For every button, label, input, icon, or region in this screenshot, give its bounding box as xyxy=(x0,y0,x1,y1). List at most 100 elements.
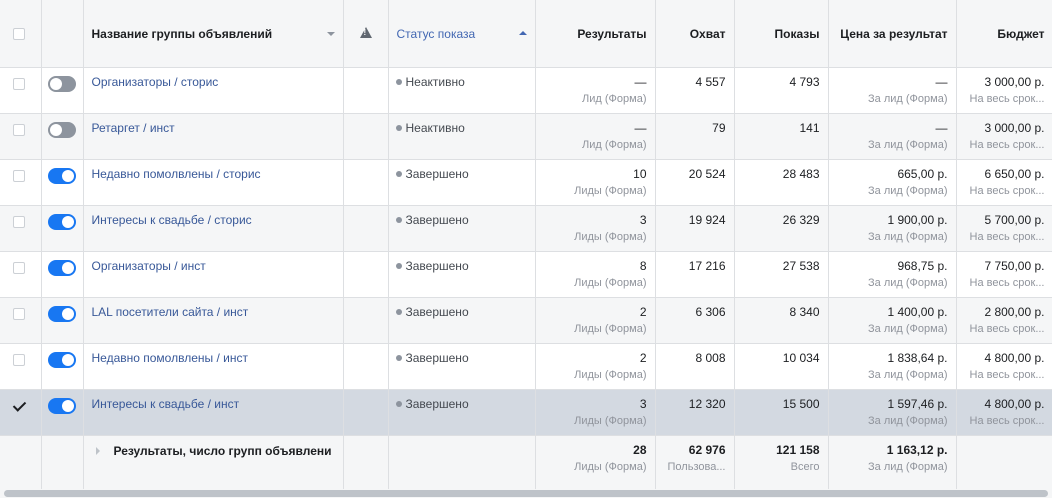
row-toggle-switch[interactable] xyxy=(47,76,76,92)
row-toggle-switch[interactable] xyxy=(47,122,76,138)
results-sub: Лид (Форма) xyxy=(582,93,647,105)
cost-sub: За лид (Форма) xyxy=(868,369,948,381)
table-row[interactable]: Недавно помолвлены / сторис Завершено 10 Ли… xyxy=(0,159,1052,206)
budget-cell[interactable]: 4 800,00 р. На весь срок... xyxy=(956,343,1052,390)
ad-set-name[interactable]: Организаторы / сторис xyxy=(83,67,344,114)
row-toggle-cell[interactable] xyxy=(41,343,84,390)
column-header-delivery-warning[interactable] xyxy=(343,0,389,68)
budget-sub: На весь срок... xyxy=(969,277,1045,289)
row-toggle-cell[interactable] xyxy=(41,297,84,344)
column-header-cost-label: Цена за результат xyxy=(840,26,948,41)
column-header-reach[interactable]: Охват xyxy=(655,0,735,68)
budget-cell[interactable]: 4 800,00 р. На весь срок... xyxy=(956,389,1052,436)
row-select-cell[interactable] xyxy=(0,251,42,298)
row-toggle-cell[interactable] xyxy=(41,251,84,298)
ad-set-name[interactable]: Интересы к свадьбе / сторис xyxy=(83,205,344,252)
ad-set-name[interactable]: Ретаргет / инст xyxy=(83,113,344,160)
delivery-status-label: Завершено xyxy=(405,213,469,227)
totals-row: Результаты, число групп объявлени 28 Лиды… xyxy=(0,435,1052,496)
row-select-cell[interactable] xyxy=(0,389,42,436)
row-select-cell[interactable] xyxy=(0,159,42,206)
row-select-cell[interactable] xyxy=(0,205,42,252)
horizontal-scrollbar[interactable] xyxy=(0,489,1052,498)
row-toggle-switch[interactable] xyxy=(47,398,76,414)
results-sub: Лиды (Форма) xyxy=(574,323,647,335)
row-checkbox[interactable] xyxy=(13,78,25,90)
select-all-checkbox[interactable] xyxy=(13,27,25,40)
delivery-status: Завершено xyxy=(388,205,536,252)
results-value: 8 xyxy=(639,259,647,273)
row-checkbox[interactable] xyxy=(13,262,25,274)
results-value: 3 xyxy=(639,397,647,411)
row-checkbox[interactable] xyxy=(13,170,25,182)
reach-cell: 6 306 xyxy=(655,297,735,344)
column-header-name[interactable]: Название группы объявлений xyxy=(83,0,344,68)
results-sub: Лиды (Форма) xyxy=(574,277,647,289)
results-cell: 10 Лиды (Форма) xyxy=(535,159,656,206)
table-row[interactable]: Недавно помолвлены / инст Завершено 2 Лиды … xyxy=(0,343,1052,390)
row-checkbox[interactable] xyxy=(13,400,25,412)
ad-set-name[interactable]: Организаторы / инст xyxy=(83,251,344,298)
select-all-cell[interactable] xyxy=(0,0,42,68)
row-toggle-switch[interactable] xyxy=(47,214,76,230)
ad-set-name[interactable]: Интересы к свадьбе / инст xyxy=(83,389,344,436)
budget-cell[interactable]: 5 700,00 р. На весь срок... xyxy=(956,205,1052,252)
table-row[interactable]: Интересы к свадьбе / сторис Завершено 3 Лид… xyxy=(0,205,1052,252)
table-row[interactable]: Организаторы / инст Завершено 8 Лиды (Форма… xyxy=(0,251,1052,298)
status-dot-icon xyxy=(395,125,402,131)
scrollbar-thumb[interactable] xyxy=(4,490,1048,497)
row-select-cell[interactable] xyxy=(0,343,42,390)
budget-cell[interactable]: 3 000,00 р. На весь срок... xyxy=(956,113,1052,160)
impressions-cell: 15 500 xyxy=(734,389,829,436)
results-value: 10 xyxy=(633,167,647,181)
column-header-impressions[interactable]: Показы xyxy=(734,0,829,68)
results-cell: 2 Лиды (Форма) xyxy=(535,297,656,344)
row-checkbox[interactable] xyxy=(13,216,25,228)
row-checkbox[interactable] xyxy=(13,124,25,136)
row-toggle-cell[interactable] xyxy=(41,389,84,436)
column-header-budget[interactable]: Бюджет xyxy=(956,0,1052,68)
reach-cell: 4 557 xyxy=(655,67,735,114)
budget-cell[interactable]: 2 800,00 р. На весь срок... xyxy=(956,297,1052,344)
sort-ascending-icon[interactable] xyxy=(518,30,527,35)
cost-sub: За лид (Форма) xyxy=(868,185,948,197)
row-toggle-switch[interactable] xyxy=(47,260,76,276)
row-toggle-switch[interactable] xyxy=(47,168,76,184)
table-row[interactable]: Ретаргет / инст Неактивно — Лид (Форма) 79 14… xyxy=(0,113,1052,160)
budget-cell[interactable]: 7 750,00 р. На весь срок... xyxy=(956,251,1052,298)
budget-cell[interactable]: 6 650,00 р. На весь срок... xyxy=(956,159,1052,206)
ad-set-name[interactable]: Недавно помолвлены / инст xyxy=(83,343,344,390)
row-toggle-switch[interactable] xyxy=(47,306,76,322)
expand-caret-icon[interactable] xyxy=(95,447,100,455)
table-row[interactable]: Организаторы / сторис Неактивно — Лид (Форм… xyxy=(0,67,1052,114)
row-toggle-cell[interactable] xyxy=(41,205,84,252)
row-checkbox[interactable] xyxy=(13,308,25,320)
delivery-status: Завершено xyxy=(388,343,536,390)
table-row[interactable]: LAL посетители сайта / инст Завершено 2 Лид… xyxy=(0,297,1052,344)
column-header-cost[interactable]: Цена за результат xyxy=(828,0,957,68)
table-row[interactable]: Интересы к свадьбе / инст Завершено 3 Лиды … xyxy=(0,389,1052,436)
row-checkbox[interactable] xyxy=(13,354,25,366)
results-value: 3 xyxy=(639,213,647,227)
cost-sub: За лид (Форма) xyxy=(868,93,948,105)
column-header-results[interactable]: Результаты xyxy=(535,0,656,68)
row-toggle-cell[interactable] xyxy=(41,113,84,160)
delivery-status: Завершено xyxy=(388,159,536,206)
row-toggle-switch[interactable] xyxy=(47,352,76,368)
row-select-cell[interactable] xyxy=(0,67,42,114)
row-warning-cell xyxy=(343,389,389,436)
budget-cell[interactable]: 3 000,00 р. На весь срок... xyxy=(956,67,1052,114)
ad-set-name[interactable]: Недавно помолвлены / сторис xyxy=(83,159,344,206)
row-toggle-cell[interactable] xyxy=(41,67,84,114)
row-select-cell[interactable] xyxy=(0,113,42,160)
sort-caret-down-icon[interactable] xyxy=(326,31,335,36)
cost-cell: 1 597,46 р. За лид (Форма) xyxy=(828,389,957,436)
row-toggle-cell[interactable] xyxy=(41,159,84,206)
status-dot-icon xyxy=(395,217,402,223)
ad-set-name[interactable]: LAL посетители сайта / инст xyxy=(83,297,344,344)
row-select-cell[interactable] xyxy=(0,297,42,344)
column-header-status[interactable]: Статус показа xyxy=(388,0,536,68)
reach-value: 8 008 xyxy=(695,351,726,365)
reach-value: 6 306 xyxy=(695,305,726,319)
impressions-cell: 4 793 xyxy=(734,67,829,114)
